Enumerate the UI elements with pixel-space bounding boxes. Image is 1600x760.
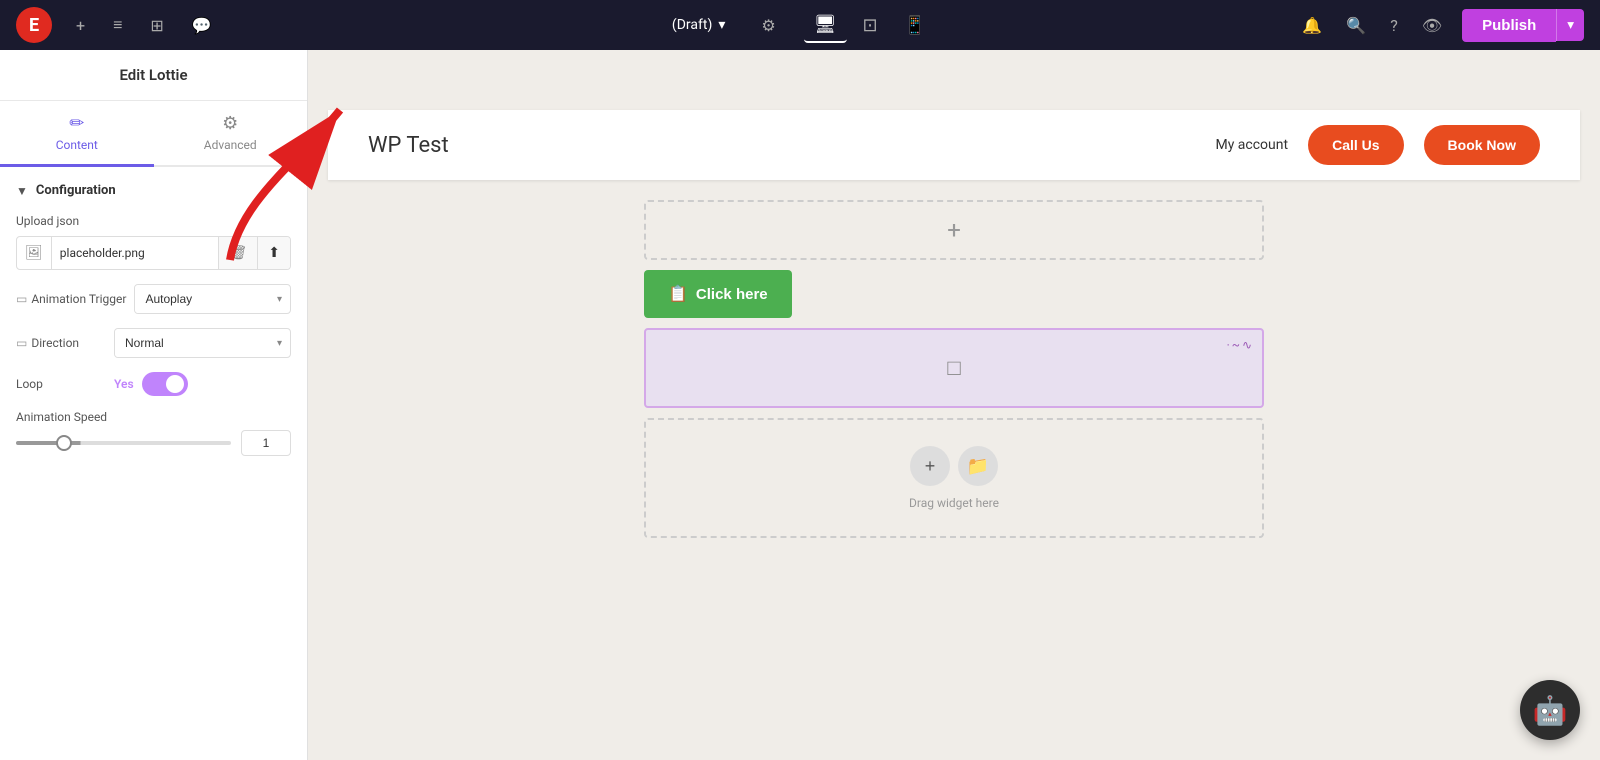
- file-type-icon: 🖼: [17, 237, 52, 269]
- book-now-button[interactable]: Book Now: [1424, 125, 1540, 165]
- bottom-drop-zone[interactable]: + 📁 Drag widget here: [644, 418, 1264, 538]
- delete-file-button[interactable]: 🗑: [218, 237, 257, 269]
- my-account-link[interactable]: My account: [1215, 137, 1288, 153]
- tab-content-icon: ✏: [69, 113, 84, 134]
- click-here-button[interactable]: 📋 Click here: [644, 270, 792, 318]
- animation-speed-input[interactable]: [241, 430, 291, 456]
- upload-json-label: Upload json: [16, 214, 291, 228]
- direction-row: ▭ Direction Normal Reverse ▾: [16, 328, 291, 358]
- tab-advanced-label: Advanced: [204, 138, 257, 152]
- device-switcher: 🖥 ⊡ 📱: [804, 8, 936, 43]
- help-icon[interactable]: ?: [1386, 12, 1402, 39]
- animation-speed-label: Animation Speed: [16, 410, 291, 424]
- top-bar-center: (Draft) ▾ ⚙ 🖥 ⊡ 📱: [664, 8, 936, 43]
- configuration-arrow: ▼: [16, 184, 28, 198]
- upload-filename: placeholder.png: [52, 238, 219, 268]
- tab-advanced[interactable]: ⚙ Advanced: [154, 101, 308, 167]
- add-element-icon-button[interactable]: +: [910, 446, 950, 486]
- loop-toggle[interactable]: [142, 372, 188, 396]
- animation-trigger-icon: ▭: [16, 292, 27, 306]
- animation-trigger-row: ▭ Animation Trigger Autoplay On Click On…: [16, 284, 291, 314]
- elementor-logo[interactable]: E: [16, 7, 52, 43]
- direction-select[interactable]: Normal Reverse: [115, 329, 269, 357]
- preview-icon[interactable]: 👁: [1418, 12, 1446, 39]
- configuration-title: Configuration: [36, 183, 116, 198]
- top-bar-left: E + ≡ ⊞ 💬: [16, 7, 216, 43]
- lottie-widget[interactable]: □ ·~∿: [644, 328, 1264, 408]
- add-element-icon[interactable]: +: [72, 12, 89, 39]
- drop-zone-icon-buttons: + 📁: [910, 446, 998, 486]
- page-settings-icon[interactable]: ⚙: [757, 12, 779, 39]
- direction-select-wrapper: Normal Reverse ▾: [114, 328, 291, 358]
- publish-button-group: Publish ▾: [1462, 9, 1584, 42]
- top-bar-right: 🔔 🔍 ? 👁 Publish ▾: [1298, 9, 1584, 42]
- animation-trigger-select-wrapper: Autoplay On Click On Hover On Scroll ▾: [134, 284, 291, 314]
- search-icon[interactable]: 🔍: [1342, 12, 1370, 39]
- tablet-icon[interactable]: ⊡: [853, 9, 888, 42]
- comments-icon[interactable]: 💬: [188, 12, 216, 39]
- layers-icon[interactable]: ⊞: [146, 12, 167, 39]
- animation-speed-controls: [16, 430, 291, 456]
- bot-icon: 🤖: [1533, 694, 1568, 727]
- top-drop-zone-plus-icon: +: [947, 216, 961, 244]
- sidebar-title: Edit Lottie: [0, 50, 307, 101]
- click-here-button-label: Click here: [696, 286, 768, 303]
- publish-dropdown-arrow[interactable]: ▾: [1556, 9, 1584, 41]
- direction-icon: ▭: [16, 336, 27, 350]
- call-us-button[interactable]: Call Us: [1308, 125, 1403, 165]
- select-arrow-icon: ▾: [269, 294, 290, 305]
- publish-button[interactable]: Publish: [1462, 9, 1556, 42]
- panel-content: ▼ Configuration Upload json 🖼 placeholde…: [0, 167, 307, 472]
- loop-toggle-wrapper: Yes: [114, 372, 188, 396]
- draft-label: (Draft): [672, 17, 712, 33]
- loop-label: Loop: [16, 377, 106, 391]
- settings-panel-icon[interactable]: ≡: [109, 11, 126, 39]
- direction-select-arrow-icon: ▾: [269, 338, 290, 349]
- tab-advanced-icon: ⚙: [222, 113, 238, 134]
- add-template-icon-button[interactable]: 📁: [958, 446, 998, 486]
- upload-json-field: 🖼 placeholder.png 🗑 ⬆: [16, 236, 291, 270]
- mobile-icon[interactable]: 📱: [894, 9, 936, 42]
- bot-widget[interactable]: 🤖: [1520, 680, 1580, 740]
- page-nav-bar: WP Test My account Call Us Book Now: [328, 110, 1580, 180]
- draft-button[interactable]: (Draft) ▾: [664, 13, 733, 37]
- configuration-section-header[interactable]: ▼ Configuration: [16, 183, 291, 198]
- canvas-area: WP Test My account Call Us Book Now + 📋 …: [308, 50, 1600, 760]
- lottie-animation-icon: ·~∿: [1227, 338, 1254, 352]
- main-layout: Edit Lottie ✏ Content ⚙ Advanced ▼ Confi…: [0, 50, 1600, 760]
- draft-chevron: ▾: [718, 17, 725, 33]
- animation-speed-slider[interactable]: [16, 441, 231, 445]
- lottie-toolbar: ·~∿: [1227, 338, 1254, 352]
- sidebar-tabs: ✏ Content ⚙ Advanced: [0, 101, 307, 167]
- upload-actions: 🗑 ⬆: [218, 237, 290, 269]
- drag-widget-text: Drag widget here: [909, 496, 999, 510]
- nav-right: My account Call Us Book Now: [1215, 125, 1540, 165]
- lottie-placeholder-icon: □: [947, 355, 960, 381]
- direction-label: ▭ Direction: [16, 336, 106, 350]
- notification-icon[interactable]: 🔔: [1298, 12, 1326, 39]
- click-here-section: 📋 Click here: [328, 270, 1580, 318]
- tab-content-label: Content: [56, 138, 98, 152]
- animation-trigger-select[interactable]: Autoplay On Click On Hover On Scroll: [135, 285, 269, 313]
- sidebar: Edit Lottie ✏ Content ⚙ Advanced ▼ Confi…: [0, 50, 308, 760]
- animation-speed-section: Animation Speed: [16, 410, 291, 456]
- click-here-button-icon: 📋: [668, 284, 688, 304]
- tab-content[interactable]: ✏ Content: [0, 101, 154, 167]
- upload-file-button[interactable]: ⬆: [257, 237, 290, 269]
- loop-row: Loop Yes: [16, 372, 291, 396]
- animation-trigger-label: ▭ Animation Trigger: [16, 292, 126, 306]
- top-bar: E + ≡ ⊞ 💬 (Draft) ▾ ⚙ 🖥 ⊡ 📱 🔔 🔍 ? 👁 Publ…: [0, 0, 1600, 50]
- page-title: WP Test: [368, 133, 449, 158]
- desktop-icon[interactable]: 🖥: [804, 8, 847, 43]
- top-drop-zone[interactable]: +: [644, 200, 1264, 260]
- loop-toggle-yes-label: Yes: [114, 377, 134, 391]
